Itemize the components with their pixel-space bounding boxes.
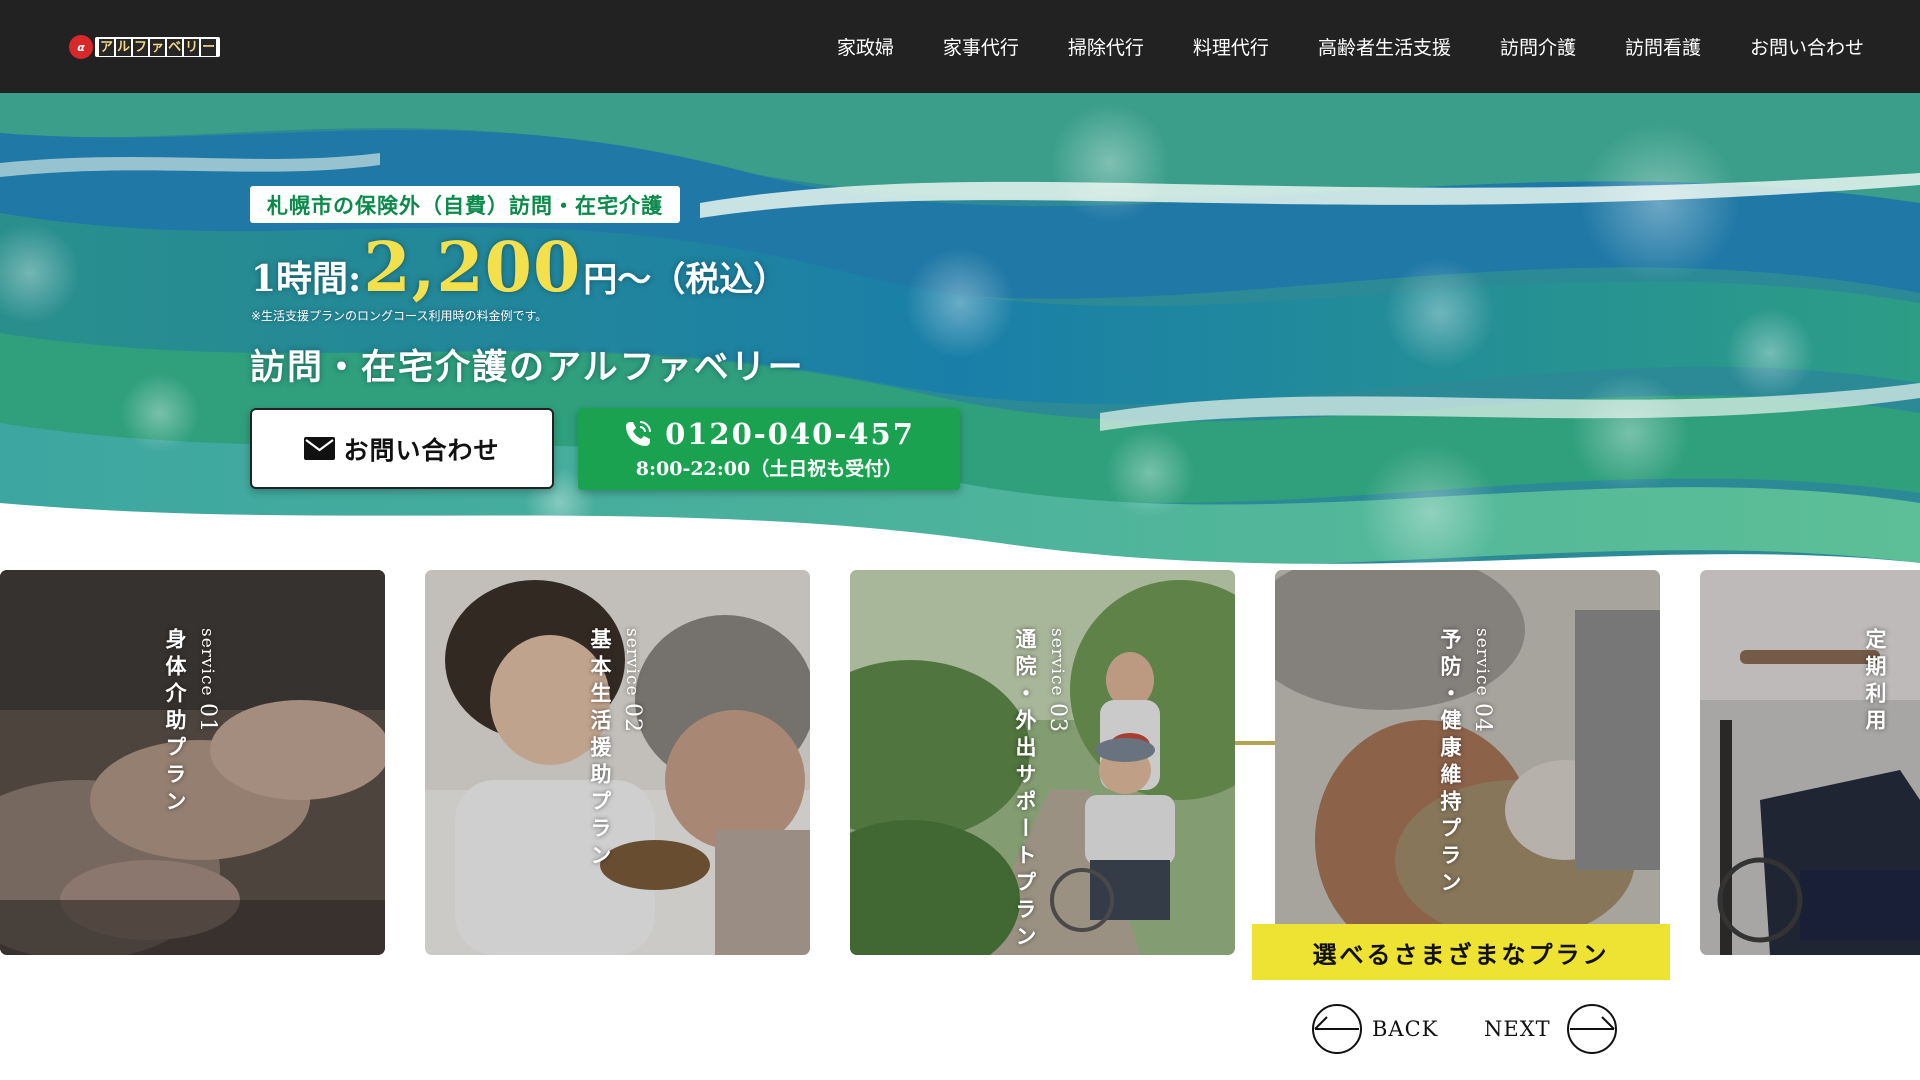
service-card-04[interactable]: service 04 予防・健康維持プラン [1275,570,1660,955]
service-card-05[interactable]: 定期利用 [1700,570,1920,955]
price-prefix: 1時間: [251,258,362,300]
main-nav: 家政婦 家事代行 掃除代行 料理代行 高齢者生活支援 訪問介護 訪問看護 お問い… [837,0,1864,93]
phone-row: 0120-040-457 [623,417,915,451]
price-suffix: 円〜（税込） [583,260,788,300]
service-05-title: 定期利用 [1863,628,1888,736]
site-header: α アルファベリー 家政婦 家事代行 掃除代行 料理代行 高齢者生活支援 訪問介… [0,0,1920,93]
hero-catchcopy: 訪問・在宅介護のアルファベリー [250,347,805,388]
nav-item-cooking[interactable]: 料理代行 [1193,33,1269,60]
phone-icon [626,421,652,446]
nav-item-housework[interactable]: 家事代行 [943,33,1019,60]
logo[interactable]: α アルファベリー [69,35,221,59]
service-03-title: 通院・外出サポートプラン [1013,628,1038,952]
next-label: NEXT [1484,1017,1551,1041]
nav-item-home-care[interactable]: 訪問介護 [1500,33,1576,60]
plans-banner: 選べるさまざまなプラン [1252,924,1670,980]
next-arrow-icon [1566,1004,1617,1054]
service-01-title: 身体介助プラン [163,628,188,817]
price-note: ※生活支援プランのロングコース利用時の料金例です。 [251,309,548,323]
nav-item-elderly-support[interactable]: 高齢者生活支援 [1318,33,1451,60]
nav-item-kaseifu[interactable]: 家政婦 [837,33,894,60]
service-card-02[interactable]: service 02 基本生活援助プラン [425,570,810,955]
service-02-title: 基本生活援助プラン [588,628,613,871]
nav-item-contact[interactable]: お問い合わせ [1750,33,1864,60]
nav-item-home-nursing[interactable]: 訪問看護 [1625,33,1701,60]
service-04-number: service 04 [1470,628,1495,733]
service-03-number: service 03 [1045,628,1070,733]
carousel-back-button[interactable]: BACK [1311,1002,1438,1056]
contact-button-label: お問い合わせ [343,435,500,465]
back-label: BACK [1372,1017,1439,1041]
service-04-title: 予防・健康維持プラン [1438,628,1463,898]
logo-mark-icon: α [69,35,93,59]
nav-item-cleaning[interactable]: 掃除代行 [1068,33,1144,60]
mail-icon [304,437,336,460]
service-card-01[interactable]: service 01 身体介助プラン [0,570,385,955]
logo-wordmark: アルファベリー [95,37,221,57]
phone-button[interactable]: 0120-040-457 8:00-22:00（土日祝も受付） [578,408,960,490]
price-amount: 2,200 [363,228,582,308]
back-arrow-icon [1312,1004,1362,1054]
phone-hours: 8:00-22:00（土日祝も受付） [635,458,903,480]
service-01-number: service 01 [195,628,220,733]
service-02-number: service 02 [620,628,645,733]
service-card-03[interactable]: service 03 通院・外出サポートプラン [850,570,1235,955]
carousel-next-button[interactable]: NEXT [1484,1002,1618,1056]
phone-number: 0120-040-457 [665,417,915,451]
hero-tagline: 札幌市の保険外（自費）訪問・在宅介護 [250,186,680,223]
price-heading: 1時間: 2,200 円〜（税込） [251,228,787,308]
service-carousel: service 01 身体介助プラン service 02 基本生活援助プラン [0,570,1920,955]
contact-button[interactable]: お問い合わせ [250,408,554,489]
